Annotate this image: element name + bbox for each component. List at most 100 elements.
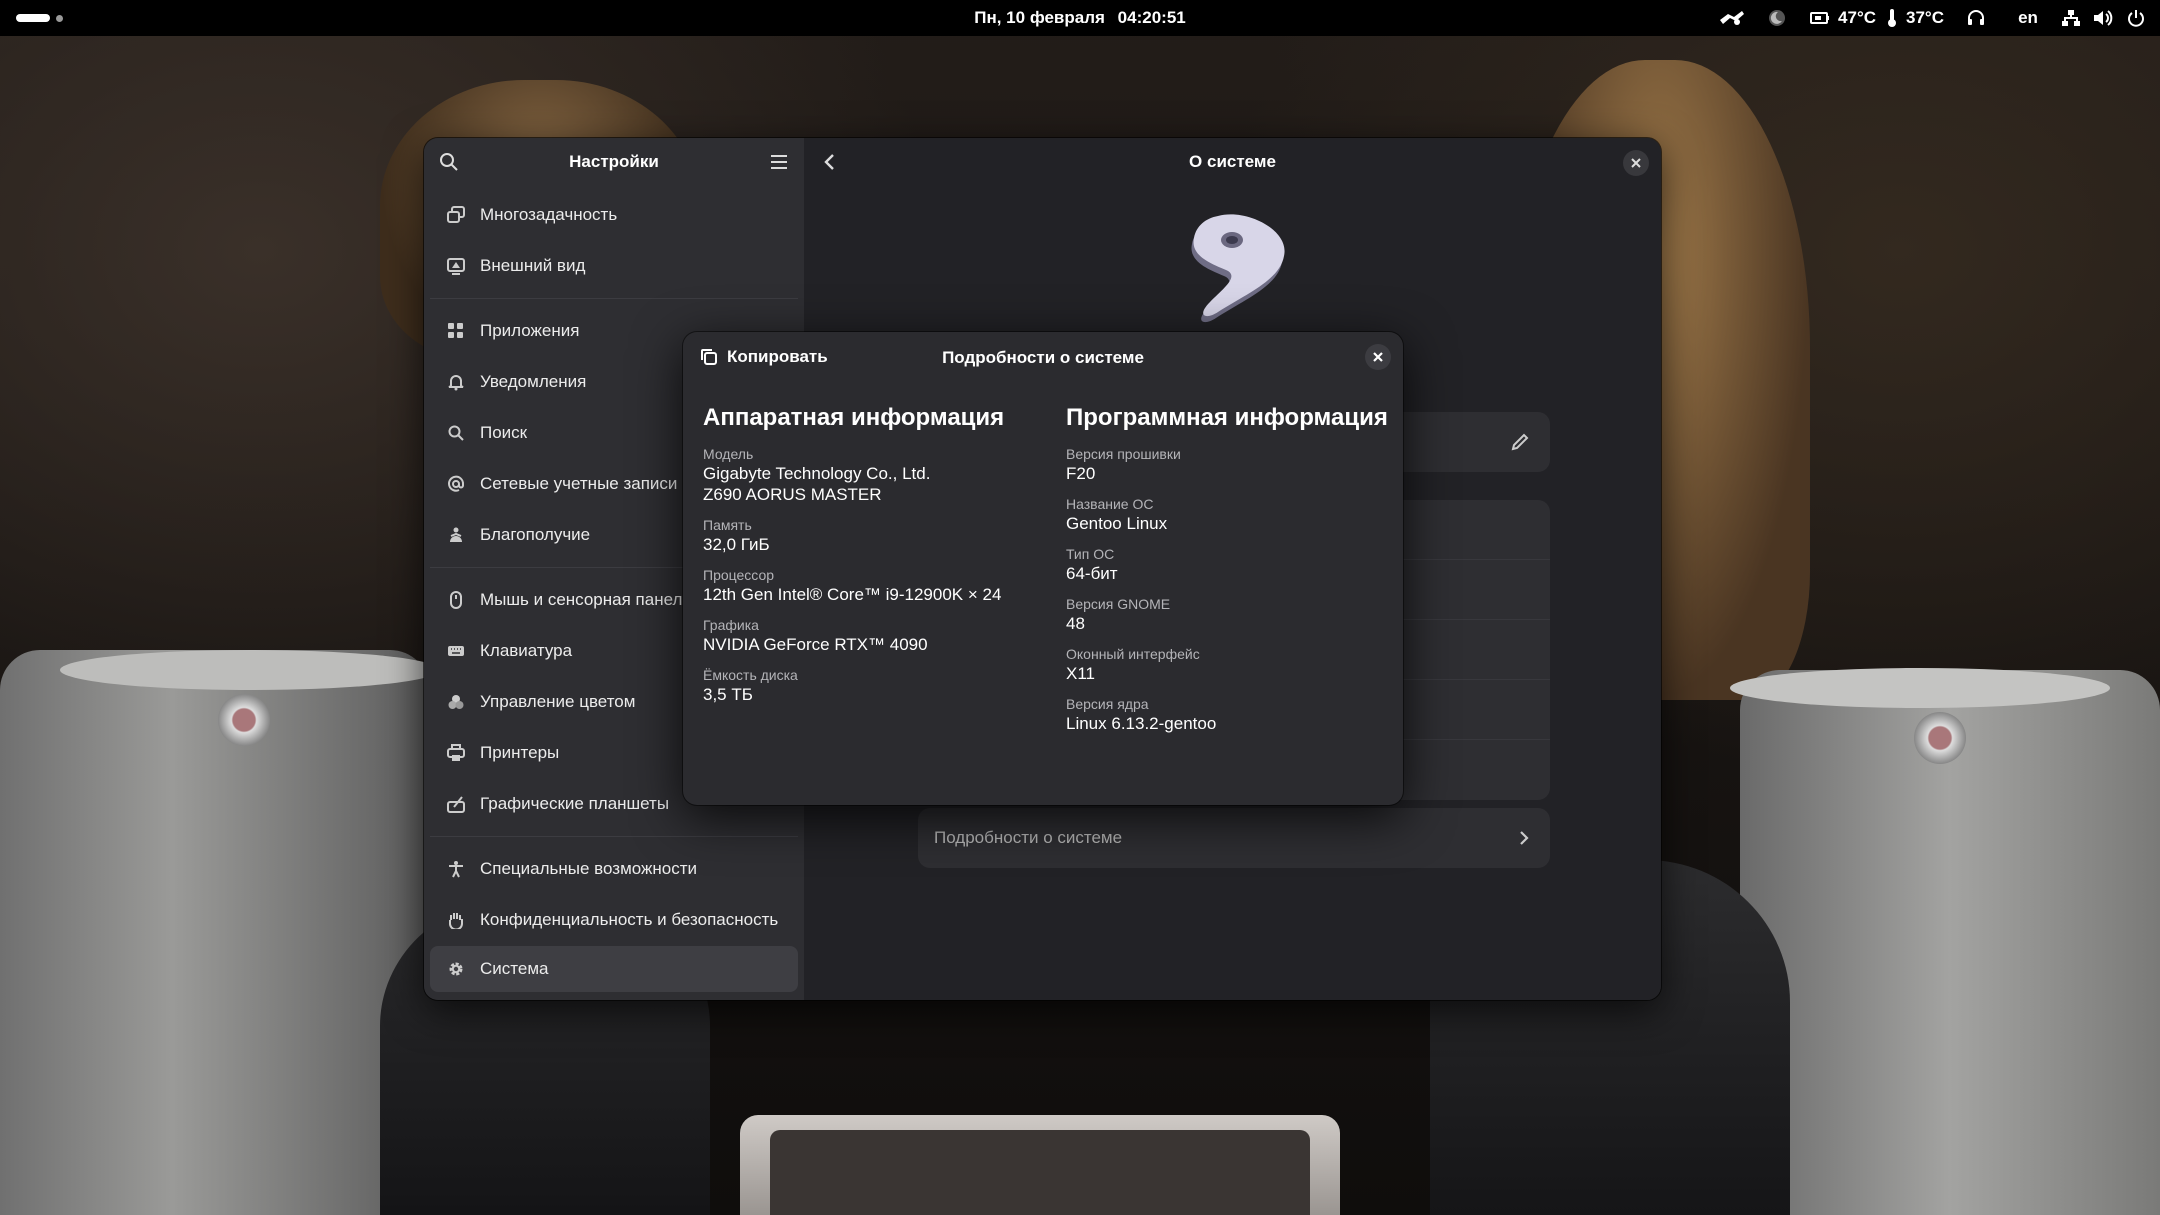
field-value: 12th Gen Intel® Core™ i9-12900K × 24	[703, 585, 1002, 604]
field-value: F20	[1066, 464, 1096, 483]
field-label: Модель	[703, 446, 754, 462]
power-icon[interactable]	[2118, 0, 2154, 36]
volume-icon[interactable]	[2088, 0, 2118, 36]
at-icon	[446, 474, 466, 494]
software-field-windowing: Оконный интерфейс X11	[1066, 646, 1406, 684]
mouse-icon	[446, 590, 466, 610]
keyboard-layout-indicator[interactable]: en	[2002, 0, 2054, 36]
sidebar-item-label: Система	[480, 959, 549, 978]
hardware-field-processor: Процессор 12th Gen Intel® Core™ i9-12900…	[703, 567, 1043, 605]
hardware-field-graphics: Графика NVIDIA GeForce RTX™ 4090	[703, 617, 1043, 655]
field-label: Графика	[703, 617, 759, 633]
wallpaper-cap-right	[1914, 712, 1966, 764]
sidebar-separator	[430, 836, 798, 837]
appearance-icon	[446, 256, 466, 276]
sidebar-item-label: Графические планшеты	[480, 794, 670, 813]
window-close-button[interactable]	[1623, 150, 1649, 176]
field-value: 64-бит	[1066, 564, 1118, 583]
field-label: Версия GNOME	[1066, 596, 1171, 612]
sidebar-item-accessibility[interactable]: Специальные возможности	[430, 846, 798, 892]
field-value: 48	[1066, 614, 1085, 633]
sidebar-item-label: Уведомления	[480, 372, 587, 391]
gear-icon	[446, 959, 466, 979]
sidebar-item-label: Внешний вид	[480, 256, 586, 275]
wallpaper-can-left	[0, 650, 430, 1215]
field-value: Gigabyte Technology Co., Ltd. Z690 AORUS…	[703, 464, 931, 504]
clock-date: Пн, 10 февраля	[974, 8, 1105, 27]
software-field-kernel: Версия ядра Linux 6.13.2-gentoo	[1066, 696, 1406, 734]
hardware-heading: Аппаратная информация	[703, 404, 1005, 431]
hardware-field-memory: Память 32,0 ГиБ	[703, 517, 1043, 555]
sidebar-item-label: Клавиатура	[480, 641, 573, 660]
main-header: О системе	[804, 138, 1661, 186]
software-field-os-name: Название ОС Gentoo Linux	[1066, 496, 1406, 534]
field-label: Оконный интерфейс	[1066, 646, 1200, 662]
system-details-row[interactable]: Подробности о системе	[918, 808, 1550, 868]
sidebar-item-label: Мышь и сенсорная панель	[480, 590, 692, 609]
headset-icon[interactable]	[1950, 0, 2002, 36]
weather-icon[interactable]	[1710, 0, 1754, 36]
wallpaper-can-left-lid	[60, 650, 440, 690]
hamburger-menu-icon[interactable]	[768, 151, 790, 173]
system-details-dialog: Копировать Подробности о системе Аппарат…	[683, 332, 1403, 805]
sidebar-item-privacy[interactable]: Конфиденциальность и безопасность	[430, 897, 798, 943]
top-bar: Пн, 10 февраля 04:20:51 47°C 37°C en	[0, 0, 2160, 36]
os-logo	[1174, 210, 1294, 330]
hardware-field-disk: Ёмкость диска 3,5 ТБ	[703, 667, 1043, 705]
field-value: Gentoo Linux	[1066, 514, 1168, 533]
page-title: О системе	[1189, 152, 1276, 171]
gpu-icon	[1808, 0, 1832, 36]
field-value: Linux 6.13.2-gentoo	[1066, 714, 1217, 733]
field-label: Версия ядра	[1066, 696, 1149, 712]
sidebar-item-system[interactable]: Система	[430, 946, 798, 992]
wallpaper-can-right-lid	[1730, 668, 2110, 708]
thermometer-icon	[1882, 0, 1902, 36]
field-label: Версия прошивки	[1066, 446, 1181, 462]
hardware-info-section: Аппаратная информация Модель Gigabyte Te…	[703, 404, 1043, 717]
sidebar-item-label: Специальные возможности	[480, 859, 698, 878]
pencil-icon[interactable]	[1510, 432, 1530, 452]
sidebar-header: Настройки	[424, 138, 804, 186]
sidebar-title: Настройки	[569, 152, 659, 171]
bell-icon	[446, 372, 466, 392]
field-value: X11	[1066, 664, 1095, 683]
tablet-icon	[446, 794, 466, 814]
color-icon	[446, 692, 466, 712]
software-heading: Программная информация	[1066, 404, 1388, 431]
night-light-icon[interactable]	[1754, 0, 1800, 36]
multitasking-icon	[446, 205, 466, 225]
keyboard-icon	[446, 641, 466, 661]
field-value: 3,5 ТБ	[703, 685, 753, 704]
software-info-section: Программная информация Версия прошивки F…	[1066, 404, 1406, 746]
hardware-field-model: Модель Gigabyte Technology Co., Ltd. Z69…	[703, 446, 1043, 505]
sidebar-item-appearance[interactable]: Внешний вид	[430, 243, 798, 289]
field-label: Ёмкость диска	[703, 667, 798, 683]
sidebar-item-label: Конфиденциальность и безопасность	[480, 910, 779, 929]
software-field-os-type: Тип ОС 64-бит	[1066, 546, 1406, 584]
cpu-temperature: 37°C	[1906, 8, 1944, 27]
field-value: NVIDIA GeForce RTX™ 4090	[703, 635, 928, 654]
accessibility-icon	[446, 859, 466, 879]
field-label: Название ОС	[1066, 496, 1154, 512]
wellbeing-icon	[446, 525, 466, 545]
printer-icon	[446, 743, 466, 763]
sidebar-item-label: Благополучие	[480, 525, 591, 544]
gpu-temperature: 47°C	[1838, 8, 1877, 27]
network-icon[interactable]	[2054, 0, 2088, 36]
wallpaper-cap-left	[218, 694, 270, 746]
sidebar-item-label: Принтеры	[480, 743, 560, 762]
sidebar-item-label: Поиск	[480, 423, 528, 442]
sidebar-item-label: Многозадачность	[480, 205, 618, 224]
dialog-close-button[interactable]	[1365, 344, 1391, 370]
sidebar-item-label: Приложения	[480, 321, 580, 340]
apps-icon	[446, 321, 466, 341]
clock-time: 04:20:51	[1117, 8, 1186, 27]
system-details-label: Подробности о системе	[934, 828, 1123, 847]
dialog-title: Подробности о системе	[942, 348, 1144, 367]
sidebar-item-multitasking[interactable]: Многозадачность	[430, 192, 798, 238]
close-icon	[1373, 352, 1383, 362]
field-label: Тип ОС	[1066, 546, 1115, 562]
system-tray: 47°C 37°C en	[1710, 0, 2160, 36]
wallpaper-box-inner	[770, 1130, 1310, 1215]
sidebar-separator	[430, 298, 798, 299]
